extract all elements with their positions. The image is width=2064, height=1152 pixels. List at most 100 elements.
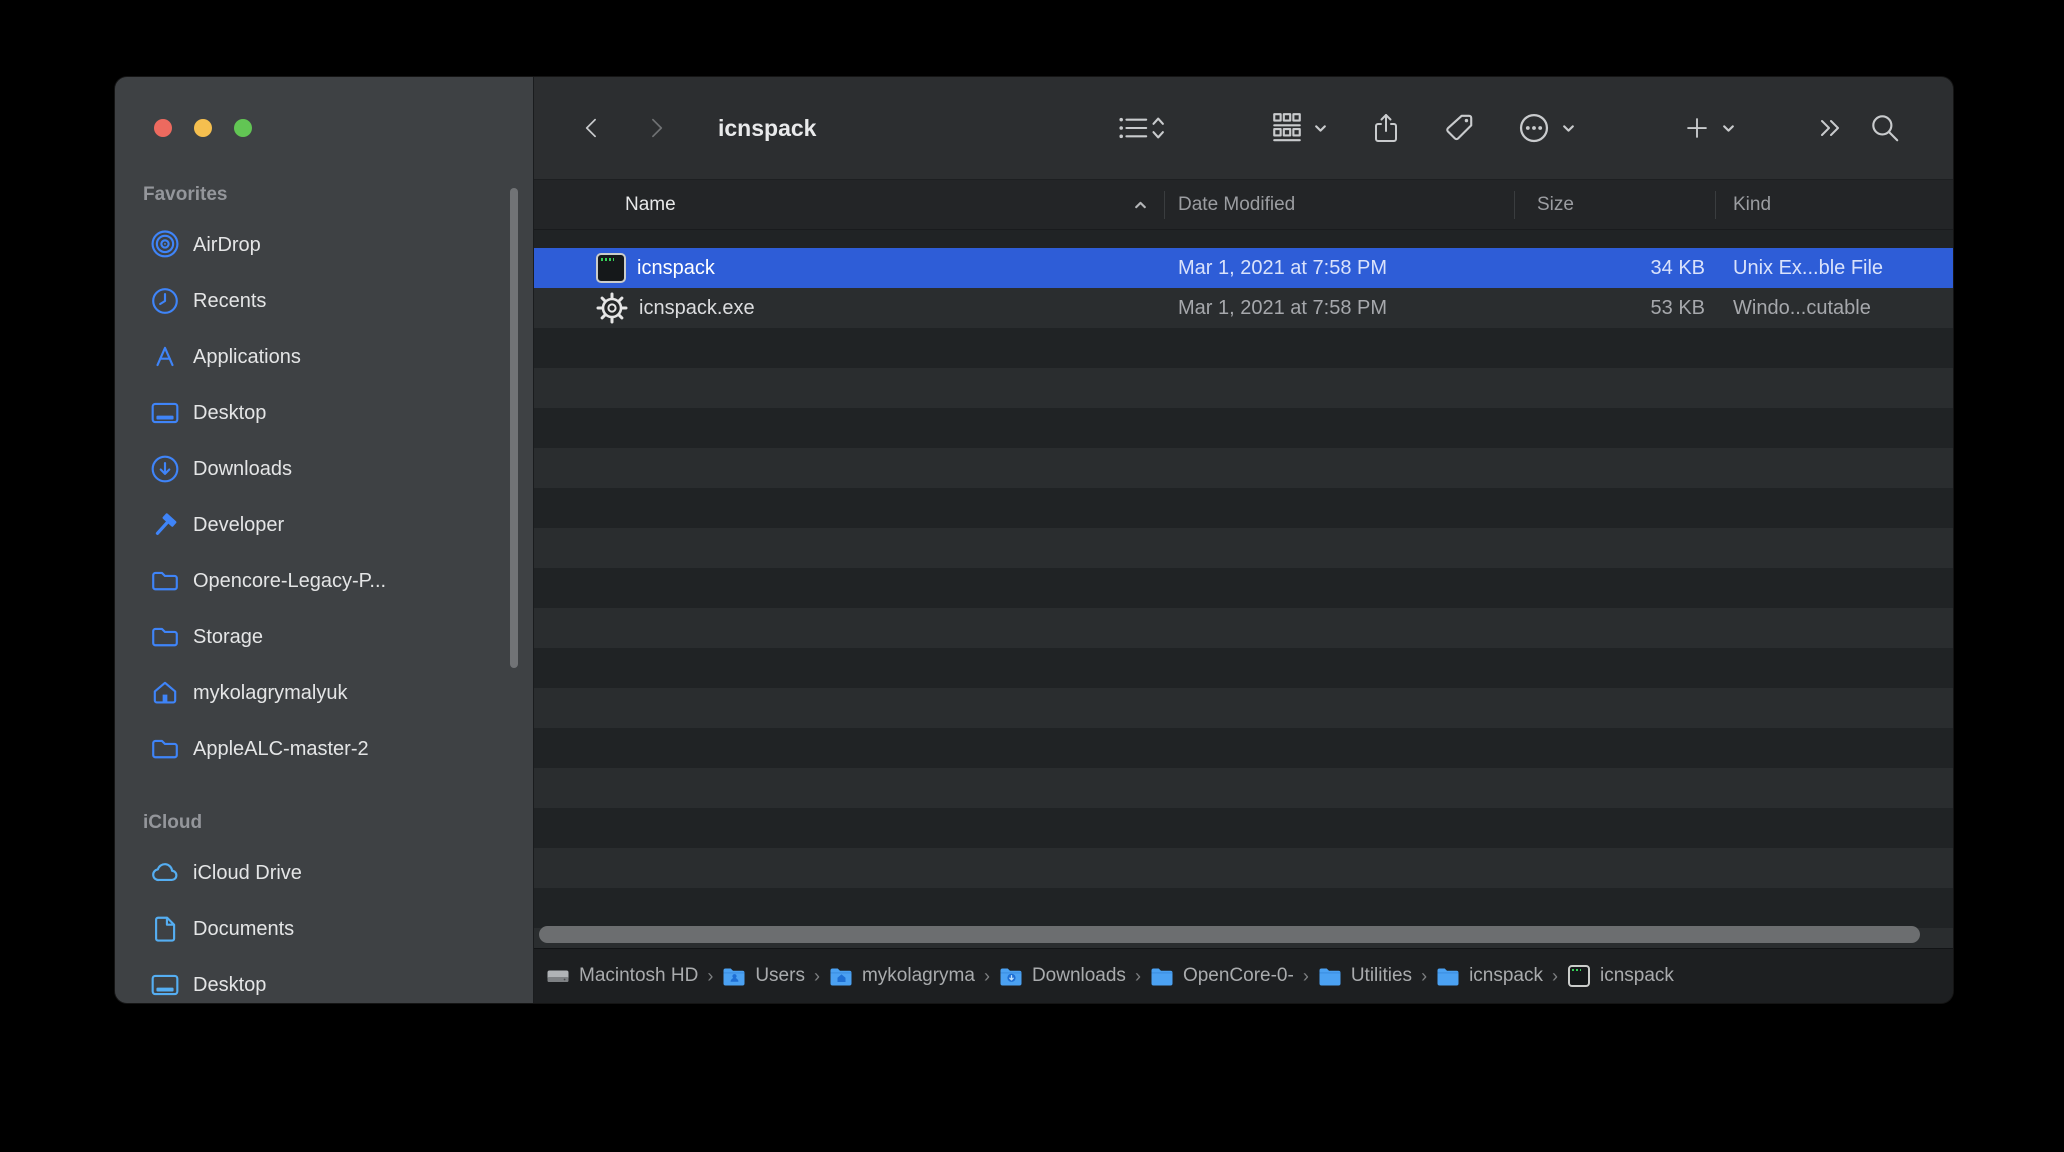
- path-separator-icon: ›: [707, 965, 714, 986]
- cloud-icon: [150, 858, 180, 888]
- path-bar: Macintosh HD › Users › mykolagryma › Downloads…: [534, 948, 1953, 1003]
- folder-icon: [150, 566, 180, 596]
- toolbar: icnspack: [534, 77, 1953, 180]
- folder-icon: [1150, 964, 1174, 988]
- sidebar-item-icloud-drive[interactable]: iCloud Drive: [115, 845, 533, 901]
- column-header-kind[interactable]: Kind: [1715, 180, 1953, 229]
- path-separator-icon: ›: [813, 965, 820, 986]
- minimize-button[interactable]: [194, 119, 212, 137]
- path-item-label: Utilities: [1350, 965, 1413, 986]
- search-button[interactable]: [1868, 111, 1902, 145]
- sidebar-item-recents[interactable]: Recents: [115, 273, 533, 329]
- overflow-button[interactable]: [1812, 112, 1846, 144]
- path-item-label: icnspack: [1599, 965, 1674, 986]
- hammer-icon: [150, 510, 180, 540]
- file-size: 34 KB: [1650, 256, 1705, 279]
- sidebar-sections: Favorites AirDrop Recents Applications Deskt…: [115, 77, 533, 1003]
- list-view-icon: [1116, 111, 1166, 145]
- folder-icon: [1318, 964, 1342, 988]
- search-icon: [1868, 111, 1902, 145]
- sidebar-scrollbar[interactable]: [510, 188, 518, 668]
- sidebar-item-downloads[interactable]: Downloads: [115, 441, 533, 497]
- file-name: icnspack: [637, 256, 715, 279]
- window-title: icnspack: [718, 114, 817, 141]
- sidebar-item-opencore-legacy-p[interactable]: Opencore-Legacy-P...: [115, 553, 533, 609]
- path-item-label: Macintosh HD: [579, 965, 699, 986]
- path-item-macintosh-hd[interactable]: Macintosh HD: [546, 964, 698, 988]
- path-item-users[interactable]: Users: [722, 964, 805, 988]
- list-top-gap: [534, 230, 1953, 248]
- view-switcher-button[interactable]: [1116, 111, 1166, 145]
- sidebar-item-applications[interactable]: Applications: [115, 329, 533, 385]
- share-button[interactable]: [1370, 110, 1402, 146]
- window-controls: [154, 119, 252, 137]
- file-size: 53 KB: [1650, 296, 1705, 319]
- unix-executable-icon: [1567, 964, 1591, 988]
- path-item-label: icnspack: [1469, 965, 1543, 986]
- chevron-down-icon: [1721, 121, 1736, 136]
- zoom-button[interactable]: [234, 119, 252, 137]
- folder-icon: [150, 734, 180, 764]
- path-item-label: mykolagryma: [861, 965, 975, 986]
- forward-button[interactable]: [642, 112, 670, 144]
- home-icon: [150, 678, 180, 708]
- tag-icon: [1442, 111, 1476, 145]
- sidebar-item-label: AirDrop: [193, 233, 261, 256]
- main-area: icnspack Name Date Modified Size Kind icnsp…: [534, 77, 1953, 1003]
- sidebar-section-items: iCloud Drive Documents Desktop: [115, 845, 533, 1003]
- file-name-cell: icnspack.exe: [534, 288, 1164, 328]
- tags-button[interactable]: [1442, 111, 1476, 145]
- chevron-down-icon: [1313, 121, 1328, 136]
- windows-executable-icon: [596, 292, 628, 324]
- plus-icon: [1682, 113, 1712, 143]
- path-item-utilities[interactable]: Utilities: [1318, 964, 1412, 988]
- sidebar-item-mykolagrymalyuk[interactable]: mykolagrymalyuk: [115, 665, 533, 721]
- sidebar-item-developer[interactable]: Developer: [115, 497, 533, 553]
- file-row-icnspack[interactable]: icnspack Mar 1, 2021 at 7:58 PM 34 KB Unix …: [534, 248, 1953, 288]
- airdrop-icon: [150, 230, 180, 260]
- column-header-size[interactable]: Size: [1514, 180, 1715, 229]
- sidebar-item-storage[interactable]: Storage: [115, 609, 533, 665]
- group-by-button[interactable]: [1270, 111, 1328, 145]
- horizontal-scrollbar[interactable]: [539, 926, 1920, 943]
- sidebar-item-airdrop[interactable]: AirDrop: [115, 217, 533, 273]
- sidebar-item-label: Downloads: [193, 457, 292, 480]
- sidebar: Favorites AirDrop Recents Applications Deskt…: [115, 77, 534, 1003]
- path-item-icnspack[interactable]: icnspack: [1436, 964, 1543, 988]
- column-header-date-modified[interactable]: Date Modified: [1164, 180, 1514, 229]
- path-item-opencore-0[interactable]: OpenCore-0-: [1150, 964, 1294, 988]
- path-item-label: Users: [755, 965, 805, 986]
- file-kind: Windo...cutable: [1733, 296, 1871, 319]
- desktop-icon: [150, 398, 180, 428]
- column-header-label: Date Modified: [1178, 193, 1296, 215]
- add-button[interactable]: [1682, 113, 1736, 143]
- downloads-icon: [150, 454, 180, 484]
- share-icon: [1370, 110, 1402, 146]
- file-name: icnspack.exe: [639, 296, 755, 319]
- path-item-downloads[interactable]: Downloads: [999, 964, 1126, 988]
- sidebar-section-title: Favorites: [143, 184, 228, 205]
- back-button[interactable]: [578, 112, 606, 144]
- file-kind: Unix Ex...ble File: [1733, 256, 1884, 279]
- harddrive-icon: [546, 964, 570, 988]
- sidebar-item-documents[interactable]: Documents: [115, 901, 533, 957]
- folder-downloads-icon: [999, 964, 1023, 988]
- column-header-name[interactable]: Name: [534, 180, 1164, 229]
- sidebar-item-desktop[interactable]: Desktop: [115, 957, 533, 1003]
- double-chevron-right-icon: [1812, 112, 1846, 144]
- sidebar-item-applealc-master-2[interactable]: AppleALC-master-2: [115, 721, 533, 777]
- path-item-mykolagryma[interactable]: mykolagryma: [829, 964, 975, 988]
- more-actions-button[interactable]: [1516, 110, 1576, 146]
- empty-list-stripes: [534, 328, 1953, 948]
- sidebar-item-label: mykolagrymalyuk: [193, 681, 348, 704]
- path-item-label: OpenCore-0-: [1182, 965, 1294, 986]
- path-item-icnspack[interactable]: icnspack: [1567, 964, 1674, 988]
- file-row-icnspack-exe[interactable]: icnspack.exe Mar 1, 2021 at 7:58 PM 53 KB W…: [534, 288, 1953, 328]
- file-date-modified: Mar 1, 2021 at 7:58 PM: [1178, 256, 1388, 279]
- desktop-icon: [150, 970, 180, 1000]
- folder-home-icon: [829, 964, 853, 988]
- folder-icon: [1436, 964, 1460, 988]
- file-name-cell: icnspack: [534, 248, 1164, 288]
- sidebar-item-desktop[interactable]: Desktop: [115, 385, 533, 441]
- close-button[interactable]: [154, 119, 172, 137]
